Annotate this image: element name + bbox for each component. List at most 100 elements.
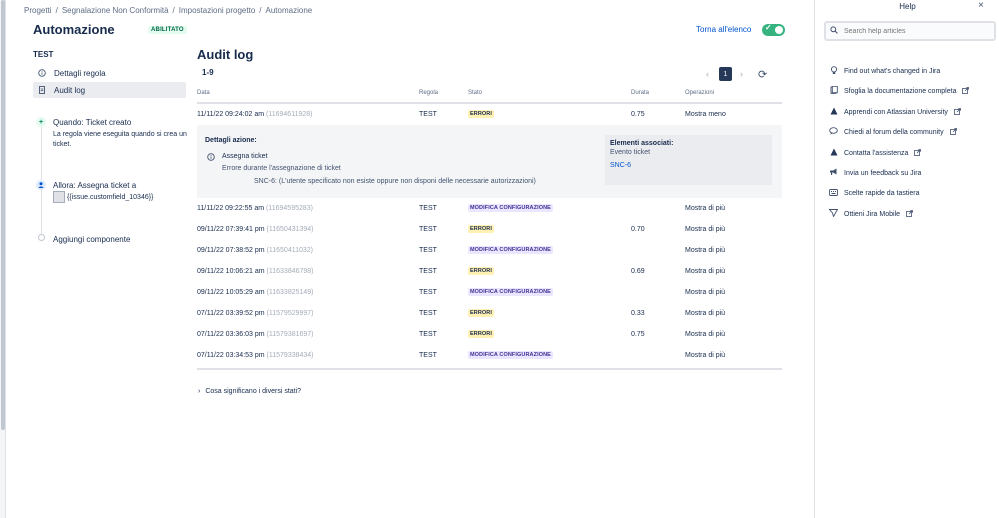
table-row: 07/11/22 03:34:53 pm (11579338434) TEST … (197, 345, 782, 366)
show-more-button[interactable]: Mostra di più (685, 289, 725, 296)
close-icon[interactable]: × (978, 0, 984, 11)
help-link-label: Scelte rapide da tastiera (844, 190, 920, 197)
help-link-label: Contatta l'assistenza (844, 149, 909, 157)
atlassian-icon (829, 107, 838, 117)
row-duration: 0.75 (631, 111, 645, 118)
show-more-button[interactable]: Mostra di più (685, 352, 725, 359)
chevron-right-icon[interactable]: › (740, 69, 743, 79)
show-more-button[interactable]: Mostra di più (685, 310, 725, 317)
action-title[interactable]: Allora: Assegna ticket a (53, 181, 136, 190)
document-icon (38, 86, 46, 94)
breadcrumb-projects[interactable]: Progetti (24, 6, 52, 15)
help-link-feedback[interactable]: Invia un feedback su Jira (829, 168, 921, 178)
row-date: 09/11/22 07:39:41 pm (11650431394) (197, 226, 314, 233)
breadcrumb-automation[interactable]: Automazione (266, 6, 313, 15)
chevron-right-icon: › (198, 388, 201, 395)
row-date: 11/11/22 09:24:02 am (11694611928) (197, 111, 313, 118)
refresh-icon[interactable]: ⟳ (758, 68, 767, 81)
status-lozenge: ERRORI (468, 110, 494, 118)
action-field-value: {{issue.customfield_10346}} (67, 194, 154, 201)
sidebar-item-audit-log[interactable]: Audit log (33, 82, 186, 98)
user-icon (36, 180, 46, 190)
add-component-icon (38, 234, 45, 241)
sidebar-item-label: Audit log (54, 85, 86, 95)
row-duration: 0.33 (631, 310, 645, 317)
table-row: 09/11/22 10:05:29 am (11633825149) TEST … (197, 282, 782, 303)
status-faq-label: Cosa significano i diversi stati? (205, 388, 302, 395)
external-link-icon (953, 107, 961, 117)
add-component-button[interactable]: Aggiungi componente (53, 235, 130, 244)
help-link-shortcuts[interactable]: Scelte rapide da tastiera (829, 189, 920, 198)
status-lozenge: ERRORI (468, 330, 494, 338)
help-search-input[interactable] (844, 27, 984, 35)
table-row: 11/11/22 09:22:55 am (11694595283) TEST … (197, 198, 782, 219)
show-more-button[interactable]: Mostra di più (685, 331, 725, 338)
show-more-button[interactable]: Mostra di più (685, 247, 725, 254)
page-button-1[interactable]: 1 (719, 67, 732, 81)
table-row: 09/11/22 07:38:52 pm (11650411032) TEST … (197, 240, 782, 261)
help-link-label: Find out what's changed in Jira (844, 68, 941, 75)
breadcrumb-project[interactable]: Segnalazione Non Conformità (62, 6, 169, 15)
help-link-university[interactable]: Apprendi con Atlassian University (829, 107, 961, 117)
row-rule: TEST (419, 331, 437, 338)
trigger-description: La regola viene eseguita quando si crea … (53, 131, 187, 148)
show-more-button[interactable]: Mostra di più (685, 268, 725, 275)
help-link-support[interactable]: Contatta l'assistenza (829, 148, 922, 158)
external-link-icon (914, 148, 922, 158)
atlassian-icon (829, 148, 838, 158)
help-link-label: Chiedi al forum della community (844, 128, 944, 136)
help-link-label: Sfoglia la documentazione completa (844, 87, 957, 95)
help-panel: Help × Find out what's changed in Jira S… (814, 0, 999, 518)
row-date: 09/11/22 10:05:29 am (11633825149) (197, 289, 314, 296)
external-link-icon (949, 127, 957, 137)
rule-name: TEST (33, 50, 54, 59)
show-more-button[interactable]: Mostra di più (685, 226, 725, 233)
help-link-whats-new[interactable]: Find out what's changed in Jira (829, 66, 940, 77)
help-link-label: Apprendi con Atlassian University (844, 108, 948, 116)
result-count: 1-9 (202, 68, 214, 77)
window-scrollbar[interactable] (0, 0, 6, 518)
associated-issue-link[interactable]: SNC-6 (610, 162, 631, 169)
external-link-icon (962, 86, 970, 96)
chevron-left-icon[interactable]: ‹ (706, 69, 709, 79)
rule-enabled-toggle[interactable]: ✓ (762, 23, 785, 36)
status-lozenge: ERRORI (468, 267, 494, 275)
row-rule: TEST (419, 310, 437, 317)
breadcrumb-settings[interactable]: Impostazioni progetto (179, 6, 256, 15)
help-search-box[interactable] (824, 21, 996, 41)
info-icon (38, 69, 46, 77)
help-link-documentation[interactable]: Sfoglia la documentazione completa (829, 85, 970, 96)
associated-items-box: Elementi associati: Evento ticket SNC-6 (605, 135, 772, 185)
row-duration: 0.75 (631, 331, 645, 338)
row-date: 07/11/22 03:36:03 pm (11579381697) (197, 331, 314, 338)
breadcrumb-separator: / (172, 6, 175, 15)
sidebar-item-rule-details[interactable]: Dettagli regola (33, 65, 186, 81)
details-error: Errore durante l'assegnazione di ticket (222, 165, 341, 172)
column-header-date: Data (197, 90, 210, 96)
page-title: Automazione (33, 22, 115, 37)
row-rule: TEST (419, 352, 437, 359)
show-less-button[interactable]: Mostra meno (685, 111, 726, 118)
table-row: 09/11/22 07:39:41 pm (11650431394) TEST … (197, 219, 782, 240)
show-more-button[interactable]: Mostra di più (685, 205, 725, 212)
associated-items-title: Elementi associati: (610, 140, 674, 147)
help-title: Help (899, 2, 916, 11)
status-faq-expander[interactable]: › Cosa significano i diversi stati? (198, 388, 301, 395)
trigger-title[interactable]: Quando: Ticket creato (53, 118, 131, 127)
details-action: Assegna ticket (222, 153, 268, 160)
search-icon (830, 26, 838, 36)
status-lozenge: MODIFICA CONFIGURAZIONE (468, 351, 553, 359)
keyboard-icon (829, 189, 838, 198)
audit-log-table: Data Regola Stato Durata Operazioni 11/1… (197, 90, 782, 370)
back-to-list-link[interactable]: Torna all'elenco (696, 25, 751, 34)
scrollbar-thumb[interactable] (1, 0, 5, 430)
table-header: Data Regola Stato Durata Operazioni (197, 90, 782, 104)
row-date: 07/11/22 03:39:52 pm (11579529997) (197, 310, 314, 317)
help-link-mobile[interactable]: Ottieni Jira Mobile (828, 209, 913, 219)
table-divider (197, 368, 782, 370)
help-link-community[interactable]: Chiedi al forum della community (829, 127, 957, 137)
lightbulb-icon (829, 66, 838, 77)
table-row: 07/11/22 03:36:03 pm (11579381697) TEST … (197, 324, 782, 345)
help-link-label: Invia un feedback su Jira (844, 169, 922, 177)
audit-log-title: Audit log (197, 47, 254, 62)
